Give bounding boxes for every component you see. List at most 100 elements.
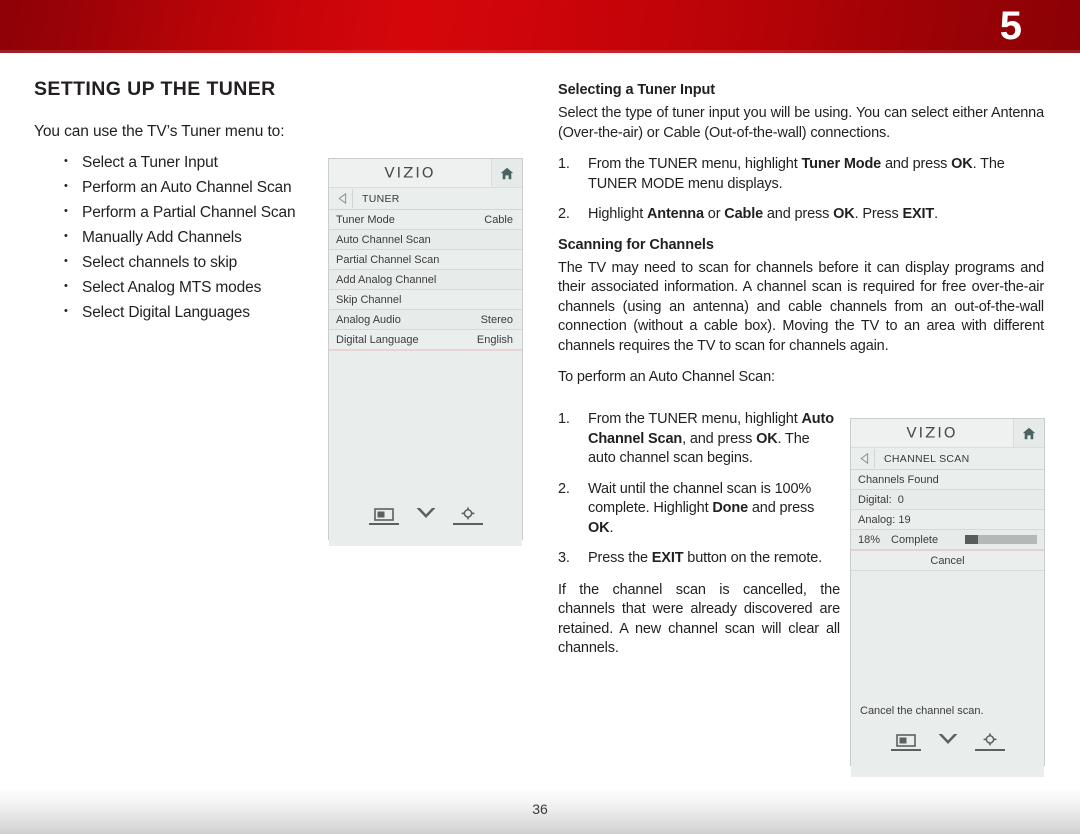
section1-paragraph: Select the type of tuner input you will …	[558, 105, 1044, 141]
step-text-b: Tuner Mode	[801, 156, 882, 172]
analog-value: 19	[898, 513, 911, 526]
back-arrow-icon[interactable]	[332, 189, 353, 208]
step-text-e: and press	[763, 206, 834, 222]
list-item: Select Analog MTS modes	[34, 274, 324, 300]
tuner-menu-footer-icons	[329, 506, 522, 525]
menu-row-label: Add Analog Channel	[336, 273, 437, 286]
picture-icon[interactable]	[368, 508, 399, 525]
menu-row-analog-audio[interactable]: Analog Audio Stereo	[329, 310, 522, 330]
cancel-button-label: Cancel	[930, 554, 965, 567]
gear-icon[interactable]	[974, 733, 1005, 751]
footer-band: 36	[0, 778, 1080, 834]
tuner-menu-panel: VIZIO TUNER Tuner Mode Cable Auto Channe…	[328, 158, 523, 546]
step-text-c: button on the remote.	[683, 550, 822, 566]
cancel-button[interactable]: Cancel	[851, 550, 1044, 571]
section-heading-scanning-for-channels: Scanning for Channels	[558, 236, 714, 253]
left-column: SETTING UP THE TUNER You can use the TV’…	[34, 78, 324, 325]
step-text-a: Highlight	[588, 206, 647, 222]
scan-row-analog: Analog: 19	[851, 510, 1044, 530]
step-text-d: OK	[951, 156, 973, 172]
chapter-header-band: 5	[0, 0, 1080, 53]
scan-row-channels-found: Channels Found	[851, 470, 1044, 490]
menu-row-label: Digital Language	[336, 333, 419, 346]
right-column: Selecting a Tuner Input Select the type …	[558, 82, 1044, 400]
step-text-d: OK	[756, 430, 778, 447]
step-text-a: From the TUNER menu, highlight	[588, 156, 802, 172]
breadcrumb-label: CHANNEL SCAN	[884, 452, 970, 465]
scan-row-progress: 18% Complete	[851, 530, 1044, 550]
menu-row-partial-channel-scan[interactable]: Partial Channel Scan	[329, 250, 522, 270]
menu-row-label: Partial Channel Scan	[336, 253, 440, 266]
menu-row-digital-language[interactable]: Digital Language English	[329, 330, 522, 350]
channels-found-label: Channels Found	[858, 473, 939, 486]
list-item: 1. From the TUNER menu, highlight Auto C…	[558, 410, 840, 469]
scan-menu-footer-icons	[851, 732, 1044, 751]
percent-label: 18%	[858, 533, 881, 546]
step-text-a: From the TUNER menu, highlight	[588, 411, 802, 427]
scan-menu-breadcrumb: CHANNEL SCAN	[851, 448, 1044, 470]
menu-row-value: Stereo	[480, 313, 513, 326]
tuner-input-steps: 1. From the TUNER menu, highlight Tuner …	[558, 155, 1044, 225]
step-number: 1.	[558, 411, 570, 427]
section-heading-selecting-tuner-input: Selecting a Tuner Input	[558, 82, 715, 98]
complete-label: Complete	[891, 533, 939, 546]
back-arrow-icon[interactable]	[854, 449, 875, 468]
scan-steps-column: 1. From the TUNER menu, highlight Auto C…	[558, 410, 840, 671]
breadcrumb-label: TUNER	[362, 192, 400, 205]
step-text-e: .	[609, 519, 614, 536]
chevron-down-icon[interactable]	[411, 506, 441, 525]
chevron-down-icon[interactable]	[933, 732, 963, 751]
channel-scan-panel: VIZIO CHANNEL SCAN Channels Found Digita…	[850, 418, 1045, 777]
menu-row-add-analog-channel[interactable]: Add Analog Channel	[329, 270, 522, 290]
step-number: 1.	[558, 156, 570, 172]
step-text-c: , and press	[682, 430, 757, 447]
scan-hint-text: Cancel the channel scan.	[860, 705, 984, 717]
section2-lead-in: To perform an Auto Channel Scan:	[558, 369, 775, 385]
step-number: 3.	[558, 550, 570, 566]
menu-row-label: Analog Audio	[336, 313, 401, 326]
scan-progress-fill	[965, 535, 978, 544]
analog-label: Analog:	[858, 513, 896, 526]
scan-menu-brandbar: VIZIO	[851, 419, 1044, 448]
step-text-f: OK	[833, 206, 855, 222]
menu-row-label: Tuner Mode	[336, 213, 395, 226]
gear-icon[interactable]	[452, 507, 483, 525]
tuner-menu-breadcrumb: TUNER	[329, 188, 522, 210]
section2-paragraph: The TV may need to scan for channels bef…	[558, 259, 1044, 354]
intro-text: You can use the TV’s Tuner menu to:	[34, 123, 285, 140]
picture-icon[interactable]	[890, 734, 921, 751]
tuner-menu-brandbar: VIZIO	[329, 159, 522, 188]
step-text-a: Press the	[588, 550, 652, 566]
step-number: 2.	[558, 480, 570, 497]
step-text-d: OK	[588, 519, 610, 536]
list-item: Perform an Auto Channel Scan	[34, 174, 324, 200]
list-item: 1. From the TUNER menu, highlight Tuner …	[558, 155, 1044, 194]
scan-row-digital: Digital: 0	[851, 490, 1044, 510]
step-text-b: Done	[712, 500, 748, 516]
list-item: Perform a Partial Channel Scan	[34, 199, 324, 225]
step-text-g: . Press	[854, 206, 903, 222]
menu-row-auto-channel-scan[interactable]: Auto Channel Scan	[329, 230, 522, 250]
list-item: 2. Wait until the channel scan is 100% c…	[558, 480, 840, 539]
cancel-note-paragraph: If the channel scan is cancelled, the ch…	[558, 581, 840, 657]
page-title: SETTING UP THE TUNER	[34, 78, 276, 100]
step-text-c: or	[703, 206, 725, 222]
step-text-b: Antenna	[646, 206, 704, 222]
page-number: 36	[532, 801, 548, 817]
menu-row-label: Skip Channel	[336, 293, 402, 306]
vizio-logo: VIZIO	[906, 424, 958, 442]
menu-row-skip-channel[interactable]: Skip Channel	[329, 290, 522, 310]
list-item: Select a Tuner Input	[34, 149, 324, 175]
vizio-logo: VIZIO	[384, 164, 436, 182]
menu-row-value: Cable	[484, 213, 513, 226]
step-text-h: EXIT	[902, 206, 935, 222]
home-icon[interactable]	[1013, 419, 1044, 447]
menu-row-tuner-mode[interactable]: Tuner Mode Cable	[329, 210, 522, 230]
step-text-d: Cable	[724, 206, 764, 222]
step-text-b: EXIT	[651, 550, 684, 566]
menu-row-label: Auto Channel Scan	[336, 233, 431, 246]
step-text-c: and press	[748, 500, 815, 516]
digital-label: Digital:	[858, 493, 892, 506]
home-icon[interactable]	[491, 159, 522, 187]
auto-scan-steps: 1. From the TUNER menu, highlight Auto C…	[558, 410, 840, 569]
